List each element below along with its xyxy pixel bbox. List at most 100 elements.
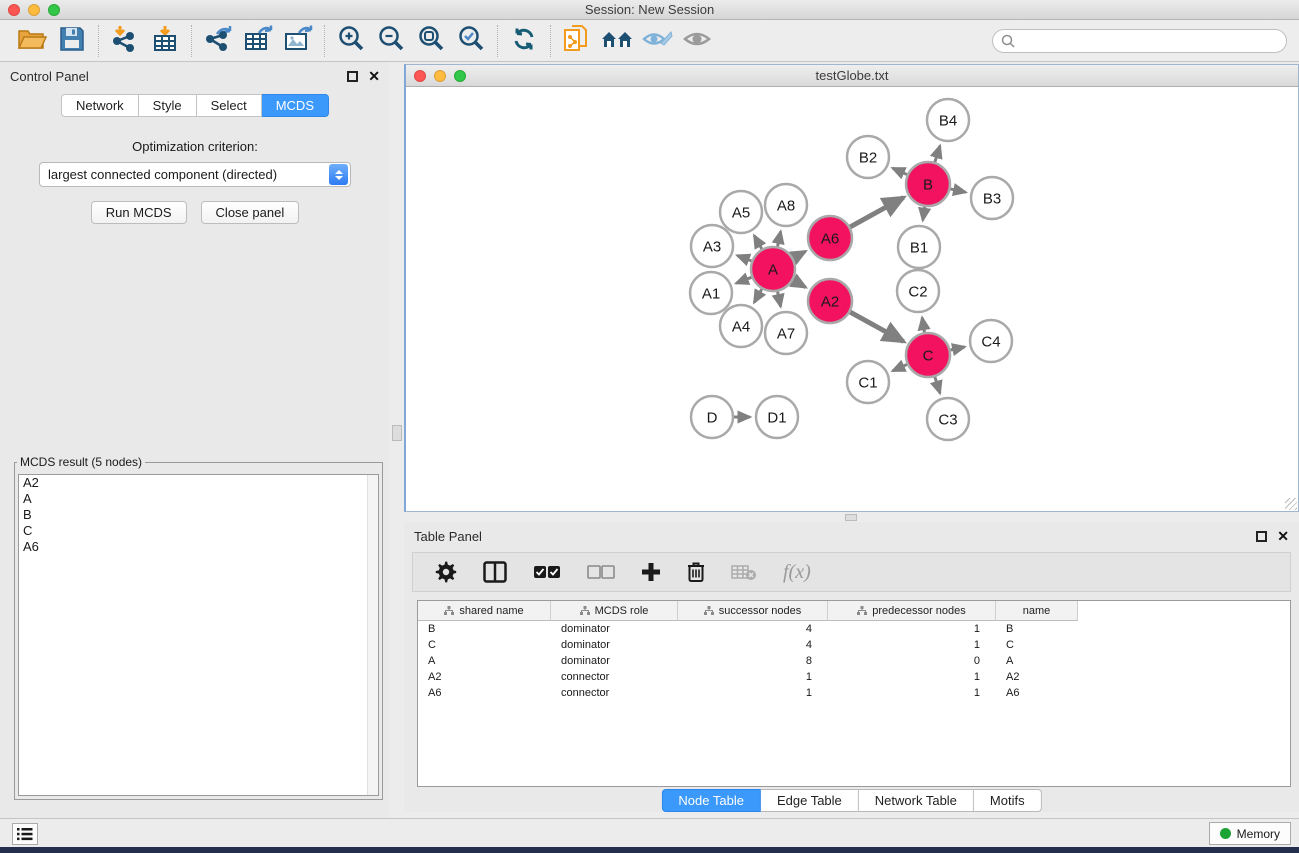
show-all-button[interactable] — [677, 23, 717, 59]
export-table-button[interactable] — [238, 23, 278, 59]
graph-edge-A-A7[interactable] — [778, 292, 781, 307]
graph-edge-C-C3[interactable] — [935, 377, 940, 393]
tab-network-table[interactable]: Network Table — [859, 789, 974, 812]
duplicate-network-button[interactable] — [557, 23, 597, 59]
graph-edge-C-C1[interactable] — [893, 364, 907, 370]
table-cell[interactable]: 4 — [678, 639, 828, 651]
table-row[interactable]: Cdominator41C — [418, 637, 1290, 653]
select-all-columns-button[interactable] — [533, 565, 561, 579]
graph-edge-B-B3[interactable] — [950, 189, 965, 192]
column-header-successor-nodes[interactable]: successor nodes — [678, 601, 828, 621]
table-row[interactable]: A2connector11A2 — [418, 669, 1290, 685]
table-cell[interactable]: C — [418, 639, 551, 651]
zoom-selected-button[interactable] — [451, 23, 491, 59]
open-session-button[interactable] — [12, 23, 52, 59]
graph-node-A6[interactable]: A6 — [808, 216, 852, 260]
table-row[interactable]: Adominator80A — [418, 653, 1290, 669]
table-cell[interactable]: 1 — [678, 687, 828, 699]
graph-node-A7[interactable]: A7 — [765, 312, 807, 354]
graph-node-B3[interactable]: B3 — [971, 177, 1013, 219]
save-session-button[interactable] — [52, 23, 92, 59]
column-header-name[interactable]: name — [996, 601, 1078, 621]
column-header-predecessor-nodes[interactable]: predecessor nodes — [828, 601, 996, 621]
network-close-button[interactable] — [414, 70, 426, 82]
tab-select[interactable]: Select — [197, 94, 262, 117]
import-table-button[interactable] — [145, 23, 185, 59]
column-header-MCDS-role[interactable]: MCDS role — [551, 601, 678, 621]
graph-edge-A-A3[interactable] — [737, 256, 751, 261]
table-cell[interactable]: A — [996, 655, 1078, 667]
mcds-result-list[interactable]: A2ABCA6 — [18, 474, 379, 796]
first-neighbors-button[interactable] — [597, 23, 637, 59]
graph-node-A5[interactable]: A5 — [720, 191, 762, 233]
graph-edge-A-A4[interactable] — [754, 289, 762, 302]
graph-edge-A-A5[interactable] — [754, 236, 762, 249]
result-list-item[interactable]: B — [19, 507, 378, 523]
graph-edge-A-A1[interactable] — [736, 277, 751, 283]
table-cell[interactable]: 0 — [828, 655, 996, 667]
table-cell[interactable]: A6 — [996, 687, 1078, 699]
column-header-shared-name[interactable]: shared name — [418, 601, 551, 621]
graph-node-A1[interactable]: A1 — [690, 272, 732, 314]
run-mcds-button[interactable]: Run MCDS — [91, 201, 187, 224]
table-cell[interactable]: A — [418, 655, 551, 667]
search-input[interactable] — [1019, 32, 1286, 50]
graph-node-A2[interactable]: A2 — [808, 279, 852, 323]
graph-edge-B-B2[interactable] — [893, 168, 907, 174]
optimization-criterion-select[interactable]: largest connected component (directed) — [39, 162, 351, 187]
tab-node-table[interactable]: Node Table — [661, 789, 761, 812]
graph-node-B4[interactable]: B4 — [927, 99, 969, 141]
node-table[interactable]: shared nameMCDS rolesuccessor nodesprede… — [417, 600, 1291, 787]
import-network-button[interactable] — [105, 23, 145, 59]
tab-motifs[interactable]: Motifs — [974, 789, 1042, 812]
table-cell[interactable]: 1 — [828, 671, 996, 683]
table-cell[interactable]: connector — [551, 687, 678, 699]
export-image-button[interactable] — [278, 23, 318, 59]
table-cell[interactable]: B — [996, 623, 1078, 635]
graph-node-C[interactable]: C — [906, 333, 950, 377]
table-cell[interactable]: 1 — [828, 687, 996, 699]
graph-edge-B-B4[interactable] — [935, 146, 940, 162]
graph-node-C2[interactable]: C2 — [897, 270, 939, 312]
network-minimize-button[interactable] — [434, 70, 446, 82]
tab-network[interactable]: Network — [61, 94, 139, 117]
resize-grip[interactable] — [1285, 498, 1297, 510]
table-cell[interactable]: A2 — [418, 671, 551, 683]
table-cell[interactable]: C — [996, 639, 1078, 651]
close-window-button[interactable] — [8, 4, 20, 16]
close-panel-button[interactable]: Close panel — [201, 201, 300, 224]
graph-node-B[interactable]: B — [906, 162, 950, 206]
graph-node-D1[interactable]: D1 — [756, 396, 798, 438]
zoom-window-button[interactable] — [48, 4, 60, 16]
result-list-item[interactable]: A2 — [19, 475, 378, 491]
graph-edge-A-A6[interactable] — [793, 251, 805, 258]
minimize-window-button[interactable] — [28, 4, 40, 16]
show-column-panel-button[interactable] — [483, 561, 507, 583]
graph-edge-C-C4[interactable] — [950, 347, 964, 350]
zoom-fit-button[interactable] — [411, 23, 451, 59]
graph-edge-A6-B[interactable] — [850, 198, 903, 227]
network-canvas[interactable]: B4B2BB3A8A5A6A3B1AA1C2A2A4A7C4CC1C3DD1 — [406, 87, 1298, 511]
graph-node-B2[interactable]: B2 — [847, 136, 889, 178]
memory-button[interactable]: Memory — [1209, 822, 1291, 845]
graph-edge-A-A2[interactable] — [793, 280, 806, 287]
float-table-panel-icon[interactable] — [1256, 531, 1267, 542]
table-cell[interactable]: dominator — [551, 655, 678, 667]
close-panel-icon[interactable]: ✕ — [368, 68, 380, 85]
export-network-button[interactable] — [198, 23, 238, 59]
vertical-splitter-handle[interactable] — [392, 425, 402, 441]
tab-style[interactable]: Style — [139, 94, 197, 117]
table-cell[interactable]: 4 — [678, 623, 828, 635]
create-column-button[interactable] — [641, 562, 661, 582]
table-cell[interactable]: 1 — [828, 639, 996, 651]
table-settings-button[interactable] — [435, 561, 457, 583]
graph-node-D[interactable]: D — [691, 396, 733, 438]
table-cell[interactable]: dominator — [551, 623, 678, 635]
graph-node-B1[interactable]: B1 — [898, 226, 940, 268]
graph-node-A[interactable]: A — [751, 247, 795, 291]
table-cell[interactable]: dominator — [551, 639, 678, 651]
refresh-button[interactable] — [504, 23, 544, 59]
horizontal-splitter-handle[interactable] — [845, 514, 857, 521]
graph-node-A3[interactable]: A3 — [691, 225, 733, 267]
tab-edge-table[interactable]: Edge Table — [761, 789, 859, 812]
